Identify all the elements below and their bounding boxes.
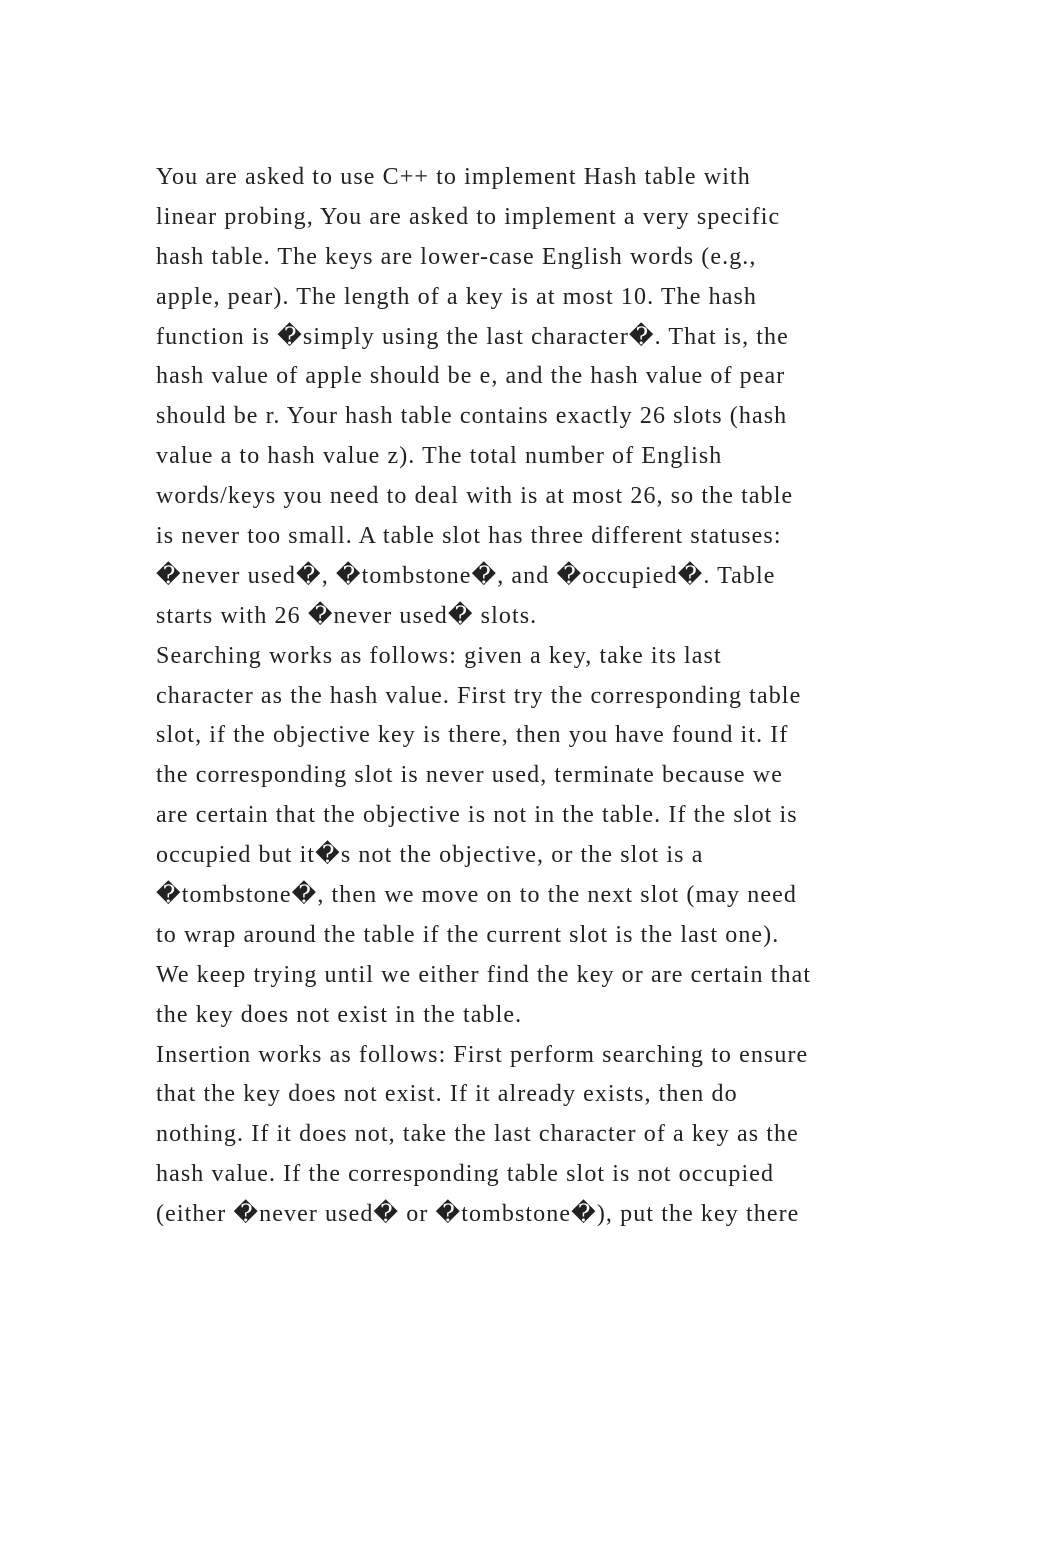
text-line: �never used�, �tombstone�, and �occupied…: [156, 562, 776, 589]
text-line: hash table. The keys are lower-case Engl…: [156, 243, 757, 270]
text-line: Insertion works as follows: First perfor…: [156, 1041, 809, 1068]
text-line: the key does not exist in the table.: [156, 1001, 523, 1028]
paragraph-intro: You are asked to use C++ to implement Ha…: [156, 158, 916, 637]
text-line: We keep trying until we either find the …: [156, 961, 812, 988]
text-line: character as the hash value. First try t…: [156, 682, 802, 709]
text-line: the corresponding slot is never used, te…: [156, 762, 783, 789]
paragraph-insertion: Insertion works as follows: First perfor…: [156, 1036, 916, 1235]
text-line: apple, pear). The length of a key is at …: [156, 283, 758, 310]
text-line: (either �never used� or �tombstone�), pu…: [156, 1201, 800, 1228]
text-line: should be r. Your hash table contains ex…: [156, 403, 788, 430]
text-line: are certain that the objective is not in…: [156, 802, 798, 829]
text-line: slot, if the objective key is there, the…: [156, 722, 789, 749]
text-line: is never too small. A table slot has thr…: [156, 523, 782, 550]
text-line: Searching works as follows: given a key,…: [156, 642, 722, 669]
text-line: linear probing, You are asked to impleme…: [156, 203, 781, 230]
text-line: words/keys you need to deal with is at m…: [156, 483, 794, 510]
text-line: hash value of apple should be e, and the…: [156, 363, 786, 390]
text-line: that the key does not exist. If it alrea…: [156, 1081, 738, 1108]
text-line: hash value. If the corresponding table s…: [156, 1161, 775, 1188]
text-line: �tombstone�, then we move on to the next…: [156, 882, 797, 909]
text-line: function is �simply using the last chara…: [156, 323, 789, 350]
text-line: to wrap around the table if the current …: [156, 921, 780, 948]
document-page: You are asked to use C++ to implement Ha…: [156, 158, 916, 1235]
text-line: nothing. If it does not, take the last c…: [156, 1121, 799, 1148]
text-line: You are asked to use C++ to implement Ha…: [156, 164, 751, 190]
text-line: value a to hash value z). The total numb…: [156, 443, 723, 470]
text-line: occupied but it�s not the objective, or …: [156, 842, 704, 869]
text-line: starts with 26 �never used� slots.: [156, 602, 538, 629]
paragraph-searching: Searching works as follows: given a key,…: [156, 637, 916, 1036]
